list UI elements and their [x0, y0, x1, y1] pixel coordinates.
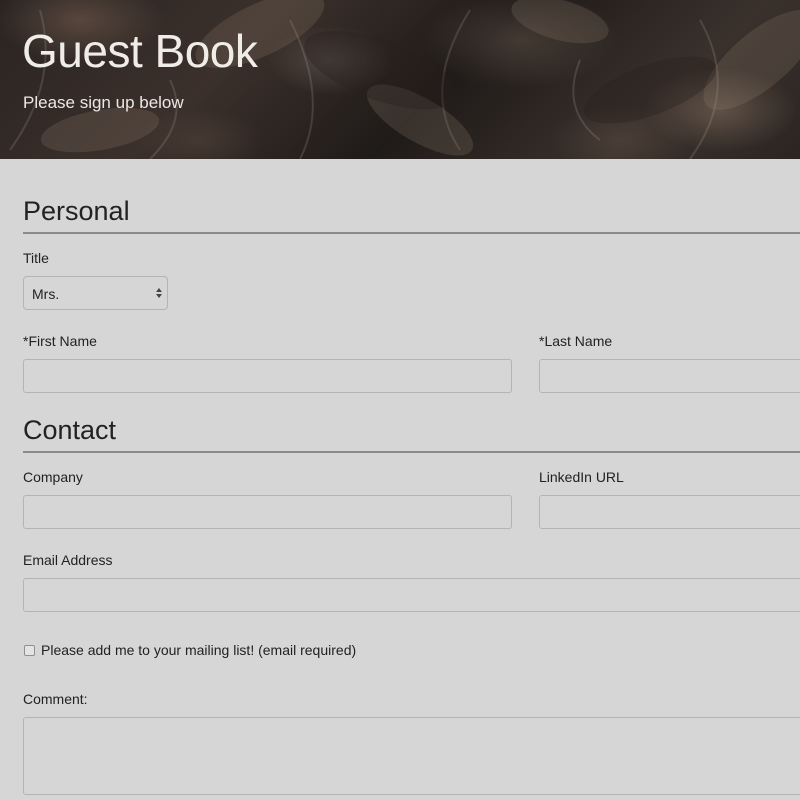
linkedin-url-label: LinkedIn URL — [539, 469, 624, 485]
last-name-field[interactable] — [539, 359, 800, 393]
linkedin-url-field[interactable] — [539, 495, 800, 529]
comment-textarea[interactable] — [23, 717, 800, 795]
section-heading-contact: Contact — [23, 415, 117, 445]
company-field[interactable] — [23, 495, 512, 529]
section-heading-personal: Personal — [23, 196, 130, 226]
title-select[interactable]: Mrs. — [23, 276, 168, 310]
last-name-label: *Last Name — [539, 333, 613, 349]
select-arrows-icon — [156, 288, 162, 298]
section-divider — [23, 232, 800, 234]
email-label: Email Address — [23, 552, 113, 568]
first-name-field[interactable] — [23, 359, 512, 393]
email-field[interactable] — [23, 578, 800, 612]
comment-label: Comment: — [23, 691, 88, 707]
page-title: Guest Book — [22, 25, 258, 77]
section-divider — [23, 451, 800, 453]
company-label: Company — [23, 469, 83, 485]
first-name-label: *First Name — [23, 333, 97, 349]
mailing-list-label[interactable]: Please add me to your mailing list! (ema… — [41, 642, 356, 658]
mailing-list-checkbox[interactable] — [24, 645, 35, 656]
title-label: Title — [23, 250, 49, 266]
header-banner: Guest Book Please sign up below — [0, 0, 800, 159]
page-subtitle: Please sign up below — [23, 93, 184, 112]
title-select-value: Mrs. — [32, 286, 60, 302]
